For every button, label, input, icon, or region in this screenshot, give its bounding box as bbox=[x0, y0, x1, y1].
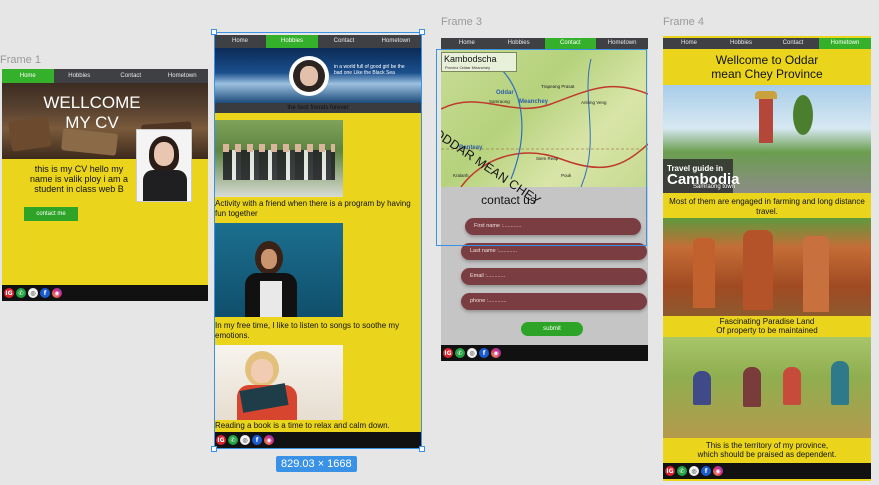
instagram-gradient-icon[interactable]: ◉ bbox=[52, 288, 62, 298]
nav-home[interactable]: Home bbox=[2, 69, 54, 83]
province-title-line1: Wellcome to Oddar bbox=[715, 53, 819, 67]
instagram-icon[interactable]: IG bbox=[443, 348, 453, 358]
email-field[interactable]: Email :............ bbox=[461, 268, 647, 285]
resize-handle-bl[interactable] bbox=[211, 446, 217, 452]
frame-1-nav: Home Hobbies Contact Hometown bbox=[2, 69, 208, 83]
frame-1[interactable]: Home Hobbies Contact Hometown WELLCOME M… bbox=[2, 69, 208, 301]
whatsapp-icon[interactable]: ✆ bbox=[677, 466, 687, 476]
hero-title-line1: WELLCOME bbox=[43, 93, 141, 112]
instagram-gradient-icon[interactable]: ◉ bbox=[491, 348, 501, 358]
selection-box[interactable] bbox=[214, 32, 422, 449]
nav-hobbies[interactable]: Hobbies bbox=[54, 69, 106, 83]
resize-handle-tr[interactable] bbox=[419, 29, 425, 35]
nav-contact[interactable]: Contact bbox=[544, 38, 597, 49]
caption-farming: Most of them are engaged in farming and … bbox=[669, 197, 865, 216]
facebook-icon[interactable]: f bbox=[479, 348, 489, 358]
map-selection-outline[interactable] bbox=[436, 49, 647, 246]
province-title-line2: mean Chey Province bbox=[711, 67, 823, 81]
resize-handle-br[interactable] bbox=[419, 446, 425, 452]
frame-3-social-bar: IG ✆ ◎ f ◉ bbox=[441, 345, 648, 361]
whatsapp-icon[interactable]: ✆ bbox=[16, 288, 26, 298]
instagram-icon[interactable]: IG bbox=[665, 466, 675, 476]
phone-field[interactable]: phone :............ bbox=[461, 293, 647, 310]
whatsapp-icon[interactable]: ✆ bbox=[455, 348, 465, 358]
frame-4-nav: Home Hobbies Contact Hometown bbox=[663, 38, 871, 49]
nav-contact[interactable]: Contact bbox=[767, 38, 819, 49]
caption-territory-line2: which should be praised as dependent. bbox=[697, 450, 837, 459]
nav-hobbies[interactable]: Hobbies bbox=[715, 38, 767, 49]
instagram-icon[interactable]: IG bbox=[4, 288, 14, 298]
nav-contact[interactable]: Contact bbox=[105, 69, 157, 83]
frame-4-label[interactable]: Frame 4 bbox=[663, 16, 704, 28]
red-canyon-photo bbox=[663, 218, 871, 316]
profile-photo bbox=[136, 129, 192, 202]
nav-hometown[interactable]: Hometown bbox=[819, 38, 871, 49]
nav-home[interactable]: Home bbox=[663, 38, 715, 49]
facebook-icon[interactable]: f bbox=[40, 288, 50, 298]
frame-4[interactable]: Home Hobbies Contact Hometown Wellcome t… bbox=[663, 36, 871, 481]
contact-me-button[interactable]: contact me bbox=[24, 207, 78, 221]
nav-hometown[interactable]: Hometown bbox=[596, 38, 648, 49]
telegram-icon[interactable]: ◎ bbox=[467, 348, 477, 358]
nav-hometown[interactable]: Hometown bbox=[157, 69, 209, 83]
resize-handle-tl[interactable] bbox=[211, 29, 217, 35]
caption-paradise-line2: Of property to be maintained bbox=[716, 326, 818, 335]
nav-hobbies[interactable]: Hobbies bbox=[493, 38, 545, 49]
selection-size-label: 829.03 × 1668 bbox=[276, 456, 357, 472]
intro-text: this is my CV hello my name is valik plo… bbox=[29, 164, 129, 194]
frame-3-label[interactable]: Frame 3 bbox=[441, 16, 482, 28]
frame-3-nav: Home Hobbies Contact Hometown bbox=[441, 38, 648, 49]
frame-4-social-bar: IG ✆ ◎ f ◉ bbox=[663, 463, 871, 479]
frame-1-social-bar: IG ✆ ◎ f ◉ bbox=[2, 285, 208, 301]
instagram-gradient-icon[interactable]: ◉ bbox=[713, 466, 723, 476]
nav-home[interactable]: Home bbox=[441, 38, 493, 49]
telegram-icon[interactable]: ◎ bbox=[689, 466, 699, 476]
guide-town: Samraong town bbox=[693, 184, 736, 190]
submit-button[interactable]: submit bbox=[521, 322, 583, 336]
rice-farming-photo bbox=[663, 337, 871, 438]
facebook-icon[interactable]: f bbox=[701, 466, 711, 476]
telegram-icon[interactable]: ◎ bbox=[28, 288, 38, 298]
frame-1-label[interactable]: Frame 1 bbox=[0, 54, 41, 66]
